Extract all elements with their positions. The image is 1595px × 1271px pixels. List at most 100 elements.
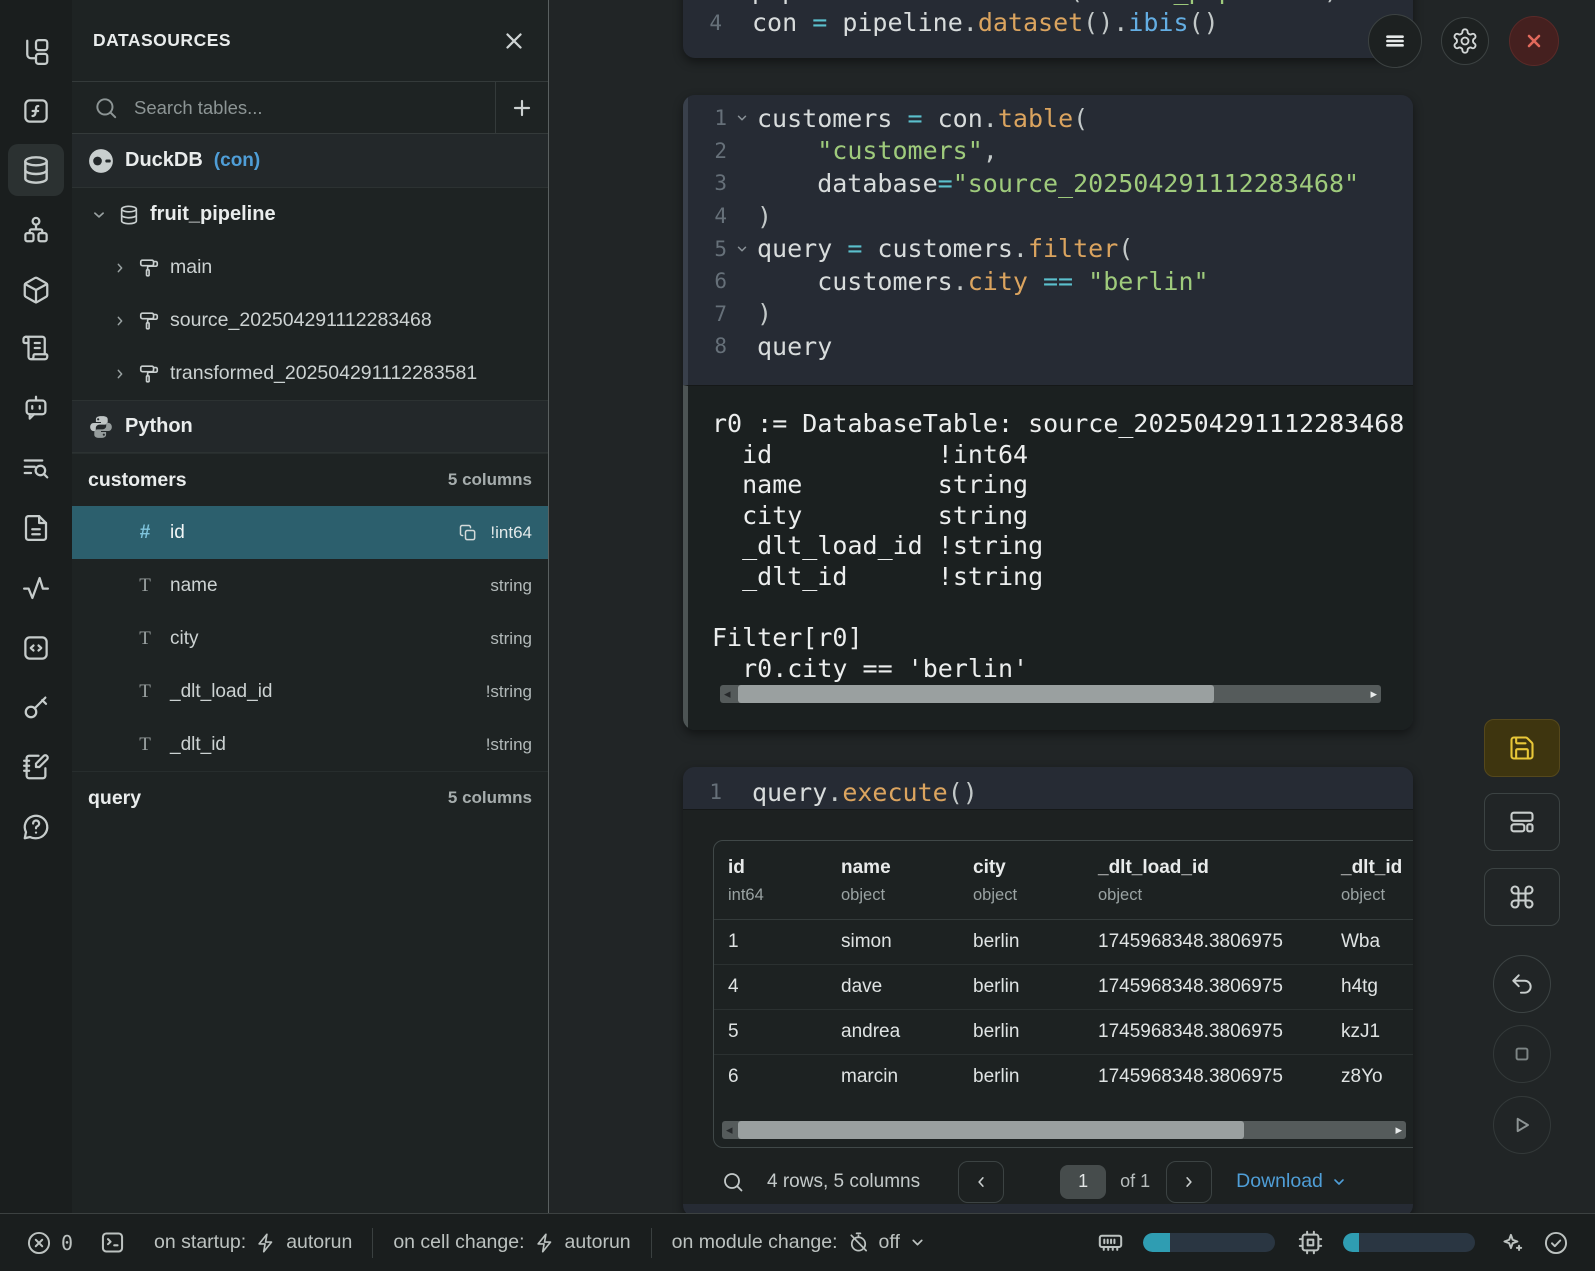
save-icon [1508,734,1536,762]
python-section-row[interactable]: Python [72,400,548,453]
column-row[interactable]: T _dlt_load_id !string [72,665,548,718]
horizontal-scrollbar[interactable]: ◂ ▸ [720,685,1381,703]
cell-menu-button[interactable] [1368,14,1422,68]
notebook-edit-icon[interactable] [19,750,53,784]
table-column-header[interactable]: id [714,857,827,879]
scrollbar-thumb[interactable] [738,1121,1244,1139]
schema-row[interactable]: transformed_202504291112283581 [72,347,548,400]
table-row-customers[interactable]: customers 5 columns [72,453,548,506]
connection-status[interactable] [1543,1230,1569,1256]
copy-icon[interactable] [458,523,478,543]
code-line[interactable]: 8query [688,330,1413,363]
code-line[interactable]: 7) [688,298,1413,331]
engine-row-duckdb[interactable]: DuckDB (con) [72,134,548,188]
table-column-header[interactable]: _dlt_load_id [1084,857,1327,879]
run-button[interactable] [1493,1096,1551,1154]
table-row[interactable]: 1simonberlin1745968348.3806975Wba [714,920,1413,964]
next-page-button[interactable] [1166,1161,1212,1203]
chevron-right-icon[interactable] [112,366,128,382]
horizontal-scrollbar[interactable]: ◂ ▸ [722,1121,1406,1139]
code-line[interactable]: 5query = customers.filter( [688,232,1413,265]
code-line[interactable]: 3pipeline = dlt.attach("fruit_pipeline") [683,0,1413,7]
column-row[interactable]: T city string [72,612,548,665]
close-icon[interactable] [501,28,527,54]
schema-row[interactable]: source_202504291112283468 [72,294,548,347]
scroll-icon[interactable] [19,331,53,365]
chevron-right-icon[interactable] [112,260,128,276]
package-icon[interactable] [19,273,53,307]
zap-icon [255,1232,277,1254]
code-editor[interactable]: 1query.execute() [683,767,1413,809]
table-row[interactable]: 5andreaberlin1745968348.3806975kzJ1 [714,1009,1413,1054]
error-count-indicator[interactable]: 0 [26,1230,73,1256]
search-tables-input[interactable]: Search tables... [134,97,495,119]
table-row-query[interactable]: query 5 columns [72,771,548,824]
scroll-left-arrow-icon[interactable]: ◂ [724,685,731,703]
code-cell-setup[interactable]: 3pipeline = dlt.attach("fruit_pipeline")… [683,0,1413,58]
column-row[interactable]: T _dlt_id !string [72,718,548,771]
code-line[interactable]: 4) [688,200,1413,233]
code-line[interactable]: 1query.execute() [683,776,1413,809]
ai-assistant-button[interactable] [1499,1230,1525,1256]
table-row[interactable]: 6marcinberlin1745968348.3806975z8Yo [714,1054,1413,1099]
table-row[interactable]: 4daveberlin1745968348.3806975h4tg [714,964,1413,1009]
on-module-change-setting[interactable]: on module change: off [672,1231,926,1254]
database-icon[interactable] [8,144,64,196]
code-token: table [998,104,1073,133]
code-token: ( [1073,104,1088,133]
download-link[interactable]: Download [1236,1170,1347,1193]
code-cell-query[interactable]: 1customers = con.table(2 "customers",3 d… [683,95,1413,730]
scroll-right-arrow-icon[interactable]: ▸ [1370,685,1377,703]
command-palette-button[interactable] [1484,868,1560,926]
document-icon[interactable] [19,511,53,545]
shutdown-button[interactable] [1509,16,1559,66]
file-tree-icon[interactable] [19,35,53,69]
layout-toggle-button[interactable] [1484,793,1560,851]
cell-output-expression: r0 := DatabaseTable: source_202504291112… [683,385,1413,730]
bot-chat-icon[interactable] [19,391,53,425]
help-icon[interactable] [19,810,53,844]
page-number[interactable]: 1 [1060,1165,1106,1199]
code-block-icon[interactable] [19,631,53,665]
add-datasource-button[interactable] [496,95,548,121]
prev-page-button[interactable] [958,1161,1004,1203]
schema-row[interactable]: main [72,241,548,294]
code-editor[interactable]: 3pipeline = dlt.attach("fruit_pipeline")… [683,0,1413,39]
table-cell: berlin [959,931,1084,953]
function-icon[interactable] [19,94,53,128]
workflow-icon[interactable] [19,213,53,247]
key-icon[interactable] [19,690,53,724]
column-dtype: !string [486,735,532,755]
scroll-right-arrow-icon[interactable]: ▸ [1395,1121,1402,1139]
table-search-icon[interactable] [721,1170,745,1194]
code-cell-execute[interactable]: 1query.execute() idnamecity_dlt_load_id_… [683,767,1413,1217]
scroll-left-arrow-icon[interactable]: ◂ [726,1121,733,1139]
chevron-down-icon[interactable] [90,206,108,224]
list-search-icon[interactable] [19,451,53,485]
code-editor[interactable]: 1customers = con.table(2 "customers",3 d… [683,95,1413,385]
code-line[interactable]: 3 database="source_202504291112283468" [688,167,1413,200]
on-cell-change-setting[interactable]: on cell change: autorun [393,1231,630,1254]
table-column-header[interactable]: _dlt_id [1327,857,1413,879]
code-line[interactable]: 2 "customers", [688,135,1413,168]
table-column-header[interactable]: name [827,857,959,879]
terminal-button[interactable] [99,1229,126,1256]
table-column-header[interactable]: city [959,857,1084,879]
column-row[interactable]: # id !int64 [72,506,548,559]
code-line[interactable]: 4con = pipeline.dataset().ibis() [683,7,1413,40]
column-type-icon: T [134,681,156,703]
settings-button[interactable] [1441,17,1489,65]
fold-chevron-icon[interactable] [727,111,757,125]
database-row-fruit-pipeline[interactable]: fruit_pipeline [72,188,548,241]
undo-button[interactable] [1493,955,1551,1013]
fold-chevron-icon[interactable] [727,242,757,256]
interrupt-button[interactable] [1493,1025,1551,1083]
chevron-right-icon[interactable] [112,313,128,329]
activity-icon[interactable] [19,571,53,605]
code-line[interactable]: 6 customers.city == "berlin" [688,265,1413,298]
on-startup-setting[interactable]: on startup: autorun [154,1231,352,1254]
column-row[interactable]: T name string [72,559,548,612]
save-button[interactable] [1484,719,1560,777]
code-line[interactable]: 1customers = con.table( [688,102,1413,135]
scrollbar-thumb[interactable] [738,685,1214,703]
